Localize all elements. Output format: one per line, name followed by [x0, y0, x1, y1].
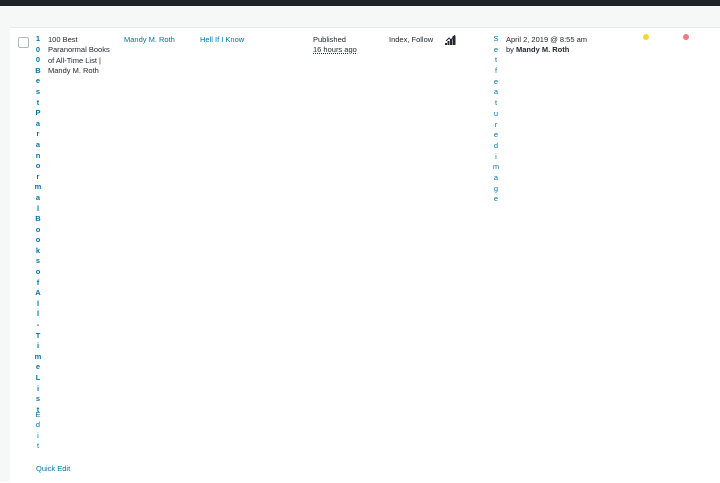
- featured-image-char: e: [493, 76, 499, 86]
- title-char: r: [36, 129, 40, 139]
- title-char: l: [36, 309, 40, 319]
- post-title-link-vertical[interactable]: 100BestParanormalBooksofAll-TimeList: [33, 34, 43, 415]
- title-char: f: [36, 277, 40, 287]
- title-char: o: [35, 161, 41, 171]
- title-char: a: [35, 118, 41, 128]
- title-char: r: [36, 171, 40, 181]
- title-char: B: [35, 214, 41, 224]
- status-label: Published: [313, 35, 346, 44]
- edit-char: d: [35, 420, 41, 430]
- title-char: l: [36, 298, 40, 308]
- title-char: a: [35, 139, 41, 149]
- seo-score-dot-icon: [643, 34, 649, 40]
- set-featured-image-link-vertical[interactable]: Setfeaturedimage: [491, 34, 501, 205]
- edit-char: t: [36, 440, 40, 450]
- title-char: o: [35, 235, 41, 245]
- date-text: April 2, 2019 @ 8:55 am: [506, 35, 587, 44]
- featured-image-char: u: [493, 108, 499, 118]
- title-char: s: [35, 86, 41, 96]
- title-char: e: [35, 76, 41, 86]
- title-char: m: [34, 351, 42, 361]
- title-line: Paranormal Books: [48, 45, 110, 55]
- bar-chart-icon: [445, 35, 456, 45]
- date-by: by: [506, 45, 514, 55]
- featured-image-char: S: [493, 34, 499, 43]
- row-select-checkbox[interactable]: [18, 37, 29, 48]
- title-char: 1: [35, 34, 41, 43]
- edit-char: E: [35, 410, 41, 419]
- title-char: o: [35, 224, 41, 234]
- featured-image-char: d: [493, 140, 499, 150]
- quick-edit-link[interactable]: Quick Edit: [36, 464, 70, 473]
- date-author: Mandy M. Roth: [516, 45, 570, 55]
- featured-image-char: e: [493, 194, 499, 204]
- post-title-text: 100 Best Paranormal Books of All-Time Li…: [48, 35, 118, 77]
- title-char: 0: [35, 44, 41, 54]
- featured-image-char: t: [494, 98, 498, 108]
- featured-image-char: f: [494, 66, 498, 76]
- title-char: T: [35, 330, 41, 340]
- title-char: o: [35, 267, 41, 277]
- title-char: e: [35, 362, 41, 372]
- title-line: of All-Time List |: [48, 55, 101, 65]
- title-char: -: [36, 320, 40, 330]
- title-char: 0: [35, 55, 41, 65]
- title-char: a: [35, 192, 41, 202]
- featured-image-char: m: [492, 162, 500, 172]
- table-row: [10, 27, 720, 483]
- title-char: A: [35, 288, 41, 298]
- readability-score-dot-icon: [683, 34, 689, 40]
- title-char: k: [35, 245, 41, 255]
- title-line: 100 Best: [48, 35, 78, 44]
- title-char: B: [35, 65, 41, 75]
- title-char: n: [35, 150, 41, 160]
- featured-image-char: t: [494, 55, 498, 65]
- title-char: s: [35, 394, 41, 404]
- edit-link-vertical[interactable]: Edit: [33, 410, 43, 451]
- status-ago: 16 hours ago: [313, 45, 357, 55]
- featured-image-char: g: [493, 183, 499, 193]
- edit-char: i: [37, 430, 39, 440]
- featured-image-char: a: [493, 87, 499, 97]
- featured-image-char: i: [495, 151, 497, 161]
- category-link[interactable]: Hell If I Know: [200, 35, 244, 44]
- title-char: t: [36, 97, 40, 107]
- title-char: i: [36, 383, 40, 393]
- title-char: l: [36, 203, 40, 213]
- title-char: m: [34, 182, 42, 192]
- title-char: P: [35, 108, 41, 118]
- title-char: L: [35, 373, 41, 382]
- author-link[interactable]: Mandy M. Roth: [124, 35, 175, 44]
- robots-meta: Index, Follow: [389, 35, 434, 44]
- title-char: s: [35, 256, 41, 266]
- featured-image-char: r: [494, 119, 498, 129]
- date-by-line: by Mandy M. Roth: [506, 45, 587, 55]
- status-cell: Published 16 hours ago: [313, 35, 357, 56]
- title-line: Mandy M. Roth: [48, 66, 99, 76]
- title-char: i: [36, 341, 40, 351]
- featured-image-char: e: [493, 130, 499, 140]
- featured-image-char: a: [493, 172, 499, 182]
- featured-image-char: e: [493, 44, 499, 54]
- date-cell: April 2, 2019 @ 8:55 am by Mandy M. Roth: [506, 35, 587, 56]
